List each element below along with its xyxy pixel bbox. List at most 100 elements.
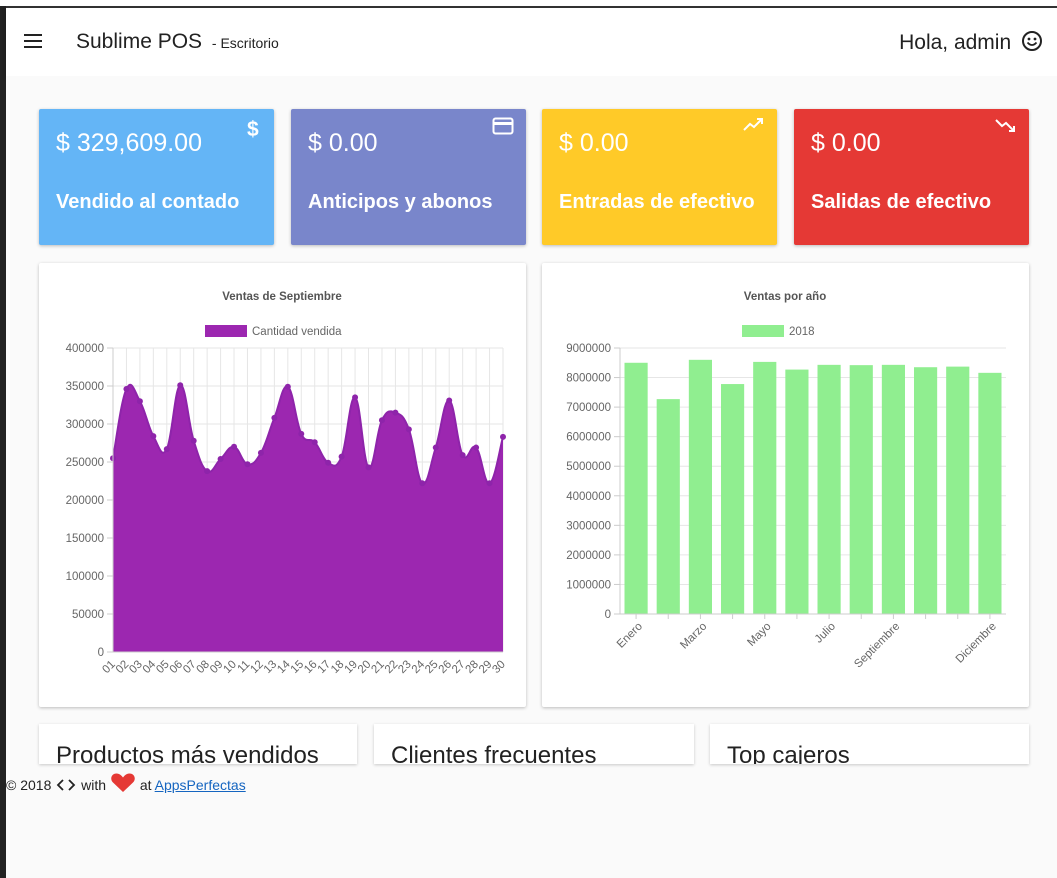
heart-icon: [110, 773, 136, 796]
data-point: [284, 383, 291, 390]
bar-octubre: [914, 367, 938, 614]
stat-label: Salidas de efectivo: [811, 191, 992, 213]
app-title: Sublime POS - Escritorio: [76, 30, 279, 54]
y-tick-label: 150000: [66, 533, 104, 545]
data-point: [271, 414, 278, 421]
stat-card-advances[interactable]: $ 0.00 Anticipos y abonos: [291, 109, 526, 245]
bar-diciembre: [978, 372, 1002, 614]
stat-label: Vendido al contado: [56, 191, 240, 213]
data-point: [432, 444, 439, 451]
stat-amount: $ 0.00: [559, 129, 629, 157]
data-point: [486, 480, 493, 487]
user-greeting[interactable]: Hola, admin: [899, 30, 1043, 58]
top-app-bar: Sublime POS - Escritorio Hola, admin: [6, 8, 1057, 76]
dollar-icon: $: [244, 117, 262, 146]
y-tick-label: 2000000: [566, 550, 611, 562]
data-point: [150, 433, 157, 440]
y-tick-label: 100000: [66, 571, 104, 583]
x-tick-label: Marzo: [678, 620, 709, 651]
bar-enero: [624, 362, 648, 614]
y-tick-label: 300000: [66, 419, 104, 431]
stat-label: Anticipos y abonos: [308, 191, 493, 213]
bar-abril: [721, 384, 745, 614]
footer-at: at: [139, 777, 152, 793]
data-point: [190, 437, 197, 444]
footer-copyright: © 2018: [6, 777, 52, 793]
stat-amount: $ 0.00: [811, 129, 881, 157]
menu-icon[interactable]: [24, 34, 42, 48]
data-point: [446, 397, 453, 404]
app-subtitle: - Escritorio: [211, 35, 279, 51]
legend-swatch: [742, 325, 784, 337]
y-tick-label: 7000000: [566, 402, 611, 414]
y-tick-label: 4000000: [566, 491, 611, 503]
data-point: [311, 439, 318, 446]
greeting-text: Hola, admin: [899, 31, 1012, 54]
bar-mayo: [753, 361, 777, 614]
bar-julio: [817, 364, 841, 614]
stat-card-cash-out[interactable]: $ 0.00 Salidas de efectivo: [794, 109, 1029, 245]
y-tick-label: 350000: [66, 381, 104, 393]
bar-chart-yearly-sales: Ventas por año 2018 0 1000000 2000000 3000000…: [566, 291, 1006, 671]
data-point: [473, 444, 480, 451]
data-point: [298, 430, 305, 437]
y-tick-label: 50000: [72, 609, 104, 621]
x-tick-label: Enero: [615, 620, 645, 650]
top-cashiers-card: Top cajeros: [710, 724, 1029, 764]
y-tick-label: 9000000: [566, 343, 611, 355]
bar-noviembre: [946, 366, 970, 614]
footer-with: with: [81, 777, 107, 793]
y-tick-label: 8000000: [566, 373, 611, 385]
bar-febrero: [656, 399, 680, 614]
stat-card-cash-in[interactable]: $ 0.00 Entradas de efectivo: [542, 109, 777, 245]
x-tick-label: Septiembre: [852, 620, 902, 670]
top-products-title: Productos más vendidos: [56, 742, 319, 764]
app-title-text: Sublime POS: [76, 30, 203, 53]
data-point: [365, 464, 372, 471]
stat-label: Entradas de efectivo: [559, 191, 755, 213]
y-tick-label: 250000: [66, 457, 104, 469]
data-point: [123, 386, 130, 393]
y-tick-label: 0: [98, 647, 104, 659]
data-point: [325, 459, 332, 466]
credit-card-icon: [492, 117, 514, 140]
data-point: [136, 398, 143, 405]
data-point: [204, 468, 211, 475]
data-point: [231, 443, 238, 450]
app-root: Sublime POS - Escritorio Hola, admin $ 3…: [6, 8, 1057, 878]
top-products-card: Productos más vendidos: [39, 724, 357, 764]
bar-marzo: [688, 359, 712, 614]
frequent-clients-card: Clientes frecuentes: [374, 724, 694, 764]
y-tick-label: 5000000: [566, 461, 611, 473]
data-point: [378, 417, 385, 424]
y-tick-label: 6000000: [566, 432, 611, 444]
y-tick-label: 3000000: [566, 520, 611, 532]
data-point: [352, 394, 359, 401]
bar-junio: [785, 369, 809, 614]
data-point: [257, 449, 264, 456]
chart-title: Ventas de Septiembre: [222, 291, 342, 303]
legend-swatch: [205, 325, 247, 337]
svg-text:$: $: [247, 118, 259, 141]
chart-panel-monthly-sales: Ventas de Septiembre Cantidad vendida 0 500…: [39, 263, 526, 707]
data-point: [500, 433, 506, 440]
bar-septiembre: [881, 364, 905, 614]
x-tick-label: Mayo: [745, 620, 773, 648]
footer: © 2018 with at AppsPerfectas: [6, 773, 252, 795]
trending-down-icon: [995, 117, 1017, 138]
x-tick-label: Diciembre: [954, 620, 999, 665]
apps-perfectas-link[interactable]: AppsPerfectas: [155, 777, 246, 793]
legend-label: 2018: [789, 326, 815, 338]
data-point: [177, 382, 184, 389]
code-icon: [55, 777, 77, 796]
legend-label: Cantidad vendida: [252, 326, 342, 338]
y-tick-label: 0: [605, 609, 611, 621]
x-tick-label: 30: [490, 658, 508, 676]
x-tick-label: Julio: [813, 620, 838, 645]
smile-icon: [1021, 30, 1043, 58]
y-tick-label: 400000: [66, 343, 104, 355]
stat-amount: $ 329,609.00: [56, 129, 202, 157]
stat-card-cash-sales[interactable]: $ 329,609.00 Vendido al contado $: [39, 109, 274, 245]
dashboard-content: $ 329,609.00 Vendido al contado $ $ 0.00…: [6, 76, 1057, 878]
chart-panel-yearly-sales: Ventas por año 2018 0 1000000 2000000 3000000…: [542, 263, 1029, 707]
